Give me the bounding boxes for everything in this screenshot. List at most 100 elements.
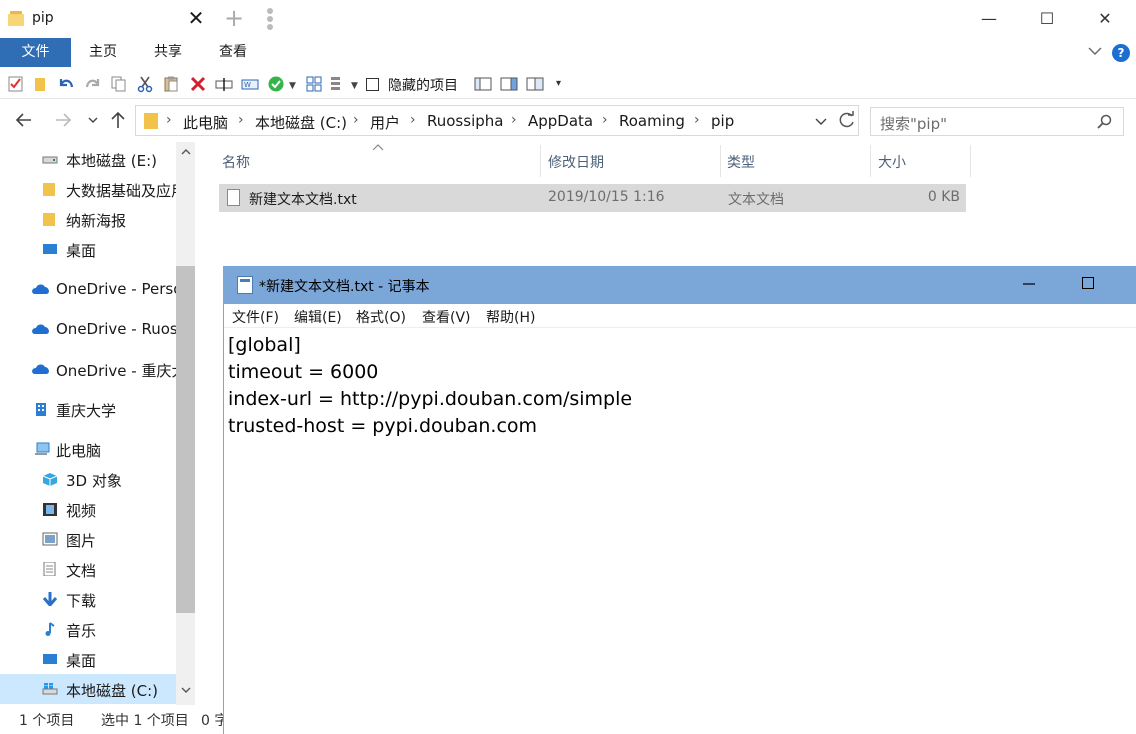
preview-pane-icon[interactable] (500, 75, 518, 93)
nav-item-this-pc[interactable]: 此电脑 (0, 434, 176, 464)
file-row[interactable]: 新建文本文档.txt 2019/10/15 1:16 文本文档 0 KB (219, 184, 966, 212)
scroll-down-icon[interactable] (176, 684, 195, 700)
column-header-type[interactable]: 类型 (727, 152, 755, 172)
tab-home[interactable]: 主页 (82, 38, 124, 66)
breadcrumb-separator[interactable]: › (410, 112, 416, 128)
minimize-button[interactable]: — (960, 0, 1018, 38)
back-arrow-icon[interactable] (14, 110, 34, 130)
breadcrumb-separator[interactable]: › (511, 112, 517, 128)
notepad-text-area[interactable]: [global] timeout = 6000 index-url = http… (228, 332, 632, 440)
nav-item-label: 音乐 (66, 622, 97, 640)
nav-item-onedrive-ruossipha[interactable]: OneDrive - Ruossipha (0, 314, 176, 344)
nav-item-drive-e[interactable]: 本地磁盘 (E:) (0, 144, 176, 174)
notepad-titlebar[interactable]: *新建文本文档.txt - 记事本 (224, 266, 1136, 304)
breadcrumb-this-pc[interactable]: 此电脑 (183, 112, 228, 133)
copy-icon[interactable] (110, 75, 128, 93)
chevron-down-icon[interactable] (1087, 43, 1105, 61)
column-divider[interactable] (870, 145, 871, 177)
column-header-name[interactable]: 名称 (222, 152, 250, 172)
nav-item-videos[interactable]: 视频 (0, 494, 176, 524)
maximize-button[interactable]: ☐ (1018, 0, 1076, 38)
breadcrumb-separator[interactable]: › (694, 112, 700, 128)
up-arrow-icon[interactable] (108, 110, 128, 130)
menu-edit[interactable]: 编辑(E) (294, 307, 342, 327)
nav-item-cqu[interactable]: 重庆大学 (0, 394, 176, 424)
notepad-window[interactable]: *新建文本文档.txt - 记事本 文件(F) 编辑(E) 格式(O) 查看(V… (223, 266, 1136, 734)
sort-dropdown-icon[interactable]: ▼ (351, 81, 358, 91)
nav-item-onedrive-personal[interactable]: OneDrive - Personal (0, 274, 176, 304)
layout-icon[interactable] (305, 75, 323, 93)
nav-item-downloads[interactable]: 下载 (0, 584, 176, 614)
nav-item-folder-poster[interactable]: 纳新海报 (0, 204, 176, 234)
nav-item-drive-c[interactable]: 本地磁盘 (C:) (0, 674, 176, 704)
recent-locations-icon[interactable] (84, 110, 102, 130)
new-folder-icon[interactable] (32, 75, 50, 93)
nav-item-3d-objects[interactable]: 3D 对象 (0, 464, 176, 494)
paste-icon[interactable] (162, 75, 180, 93)
open-icon[interactable] (267, 75, 285, 93)
column-header-modified[interactable]: 修改日期 (548, 152, 604, 172)
breadcrumb-appdata[interactable]: AppData (528, 112, 593, 130)
nav-item-documents[interactable]: 文档 (0, 554, 176, 584)
column-divider[interactable] (720, 145, 721, 177)
scroll-up-icon[interactable] (176, 146, 195, 162)
notepad-minimize-button[interactable] (1014, 266, 1044, 304)
nav-item-music[interactable]: 音乐 (0, 614, 176, 644)
close-button[interactable]: ✕ (1076, 0, 1134, 38)
menu-view[interactable]: 查看(V) (422, 307, 471, 327)
breadcrumb-separator[interactable]: › (353, 112, 359, 128)
address-dropdown-icon[interactable] (811, 111, 831, 131)
search-icon[interactable] (1096, 114, 1112, 130)
hidden-items-checkbox[interactable] (366, 78, 379, 91)
column-header-size[interactable]: 大小 (878, 152, 906, 172)
breadcrumb-roaming[interactable]: Roaming (619, 112, 685, 130)
customize-qat-icon[interactable]: ▾ (556, 78, 561, 89)
file-name[interactable]: 新建文本文档.txt (249, 189, 357, 209)
breadcrumb-separator[interactable]: › (238, 112, 244, 128)
status-bar: 1 个项目 选中 1 个项目 0 字 (0, 705, 224, 734)
forward-arrow-icon[interactable] (53, 110, 73, 130)
column-divider[interactable] (970, 145, 971, 177)
tab-share[interactable]: 共享 (147, 38, 189, 66)
breadcrumb-separator[interactable]: › (602, 112, 608, 128)
navigation-pane-icon[interactable] (526, 75, 544, 93)
search-placeholder[interactable]: 搜索"pip" (880, 113, 947, 134)
more-options-icon[interactable] (264, 8, 276, 32)
tab-view[interactable]: 查看 (212, 38, 254, 66)
search-box[interactable]: 搜索"pip" (870, 107, 1124, 136)
nav-item-onedrive-cqu[interactable]: OneDrive - 重庆大学 (0, 354, 176, 384)
copy-path-icon[interactable]: W (241, 75, 259, 93)
nav-item-folder-bigdata[interactable]: 大数据基础及应用 (0, 174, 176, 204)
address-bar[interactable]: › 此电脑 › 本地磁盘 (C:) › 用户 › Ruossipha › App… (135, 105, 859, 136)
nav-item-desktop[interactable]: 桌面 (0, 234, 176, 264)
breadcrumb-pip[interactable]: pip (711, 112, 734, 130)
undo-icon[interactable] (57, 75, 75, 93)
breadcrumb-users[interactable]: 用户 (370, 112, 400, 133)
open-dropdown-icon[interactable]: ▼ (289, 81, 296, 91)
properties-icon[interactable] (7, 75, 25, 93)
menu-format[interactable]: 格式(O) (356, 307, 406, 327)
breadcrumb-separator[interactable]: › (166, 112, 172, 128)
delete-icon[interactable] (189, 75, 207, 93)
column-divider[interactable] (540, 145, 541, 177)
new-tab-icon[interactable]: + (222, 6, 246, 30)
details-pane-icon[interactable] (474, 75, 492, 93)
breadcrumb-user[interactable]: Ruossipha (427, 112, 503, 130)
refresh-icon[interactable] (837, 110, 857, 130)
menu-file[interactable]: 文件(F) (232, 307, 279, 327)
tab-pip[interactable]: pip ✕ (0, 0, 212, 38)
help-icon[interactable]: ? (1112, 44, 1130, 62)
tab-close-icon[interactable]: ✕ (186, 6, 206, 30)
menu-help[interactable]: 帮助(H) (486, 307, 535, 327)
nav-scrollbar-thumb[interactable] (176, 266, 195, 613)
nav-item-pictures[interactable]: 图片 (0, 524, 176, 554)
breadcrumb-local-disk-c[interactable]: 本地磁盘 (C:) (255, 112, 347, 133)
tab-file[interactable]: 文件 (0, 38, 71, 67)
notepad-maximize-button[interactable] (1082, 277, 1094, 289)
sort-icon[interactable] (330, 75, 348, 93)
cut-icon[interactable] (136, 75, 154, 93)
redo-icon[interactable] (84, 75, 102, 93)
onedrive-icon (32, 364, 49, 374)
nav-item-desktop-pc[interactable]: 桌面 (0, 644, 176, 674)
rename-icon[interactable] (215, 75, 233, 93)
